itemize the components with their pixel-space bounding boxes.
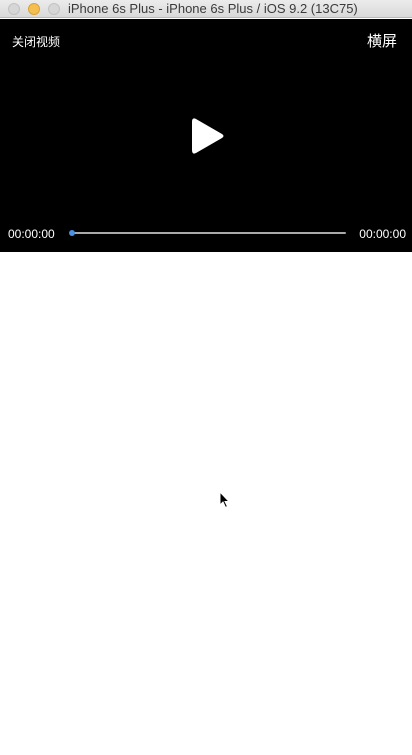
progress-thumb[interactable] — [69, 230, 75, 236]
window-title: iPhone 6s Plus - iPhone 6s Plus / iOS 9.… — [68, 1, 358, 16]
video-player[interactable]: 关闭视频 横屏 00:00:00 00:00:00 — [0, 19, 412, 252]
window-titlebar: iPhone 6s Plus - iPhone 6s Plus / iOS 9.… — [0, 0, 412, 18]
play-icon[interactable] — [191, 117, 225, 155]
close-video-button[interactable]: 关闭视频 — [12, 34, 60, 50]
total-time: 00:00:00 — [359, 227, 406, 241]
window-close-button[interactable] — [8, 3, 20, 15]
window-zoom-button[interactable] — [48, 3, 60, 15]
mouse-cursor-icon — [219, 491, 231, 509]
current-time: 00:00:00 — [8, 227, 55, 241]
progress-track — [70, 232, 346, 234]
window-minimize-button[interactable] — [28, 3, 40, 15]
progress-slider[interactable] — [69, 230, 346, 236]
landscape-button[interactable]: 横屏 — [367, 33, 397, 51]
content-area — [0, 252, 412, 755]
